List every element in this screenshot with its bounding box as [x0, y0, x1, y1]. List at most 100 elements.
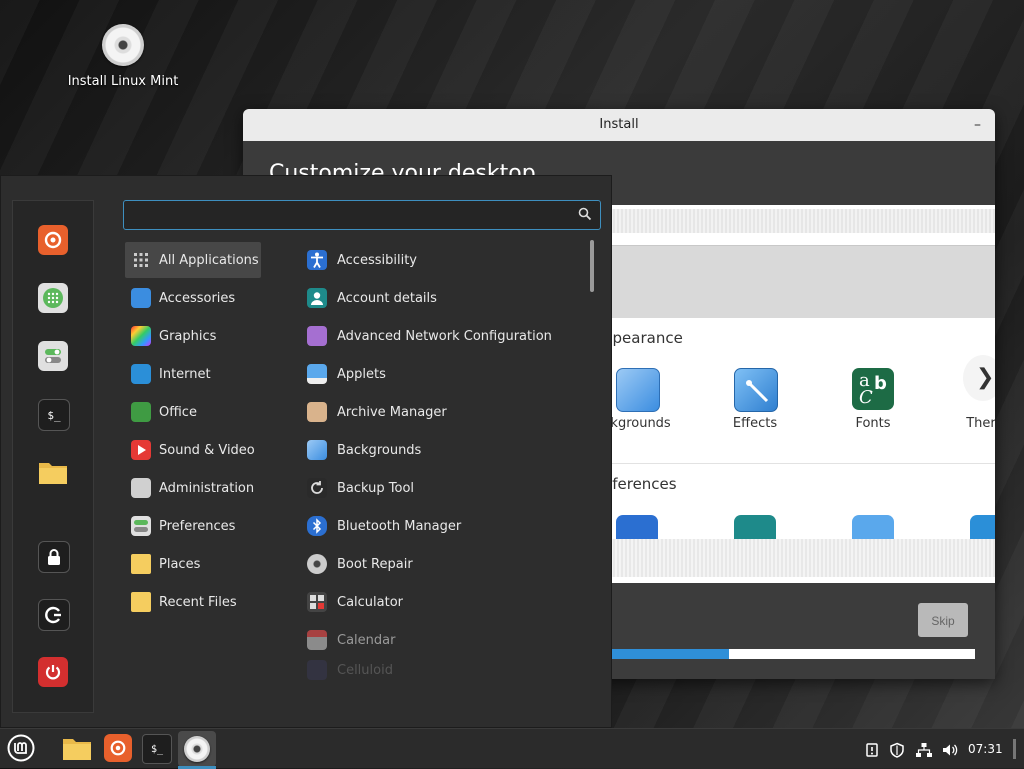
scroll-right-button[interactable]: ❯ [963, 355, 995, 401]
search-box[interactable] [123, 200, 601, 230]
app-bluetooth-manager[interactable]: Bluetooth Manager [307, 508, 587, 544]
disc-icon [184, 736, 210, 762]
category-label: Places [159, 556, 201, 572]
category-label: Graphics [159, 328, 217, 344]
app-label: Backgrounds [337, 442, 422, 458]
account-pref-icon[interactable] [734, 515, 776, 539]
clock[interactable]: 07:31 [968, 729, 1003, 769]
category-label: Recent Files [159, 594, 237, 610]
mint-menu-button[interactable] [6, 733, 36, 763]
boot-repair-icon [307, 554, 327, 574]
app-archive-manager[interactable]: Archive Manager [307, 394, 587, 430]
app-accessibility[interactable]: Accessibility [307, 242, 587, 278]
category-graphics[interactable]: Graphics [125, 318, 261, 354]
archive-icon [307, 402, 327, 422]
taskbar: $_ 07:31 [0, 728, 1024, 769]
office-icon [131, 402, 151, 422]
section-preferences: eferences [603, 475, 677, 493]
backgrounds-icon[interactable] [616, 368, 660, 412]
app-calculator[interactable]: Calculator [307, 584, 587, 620]
terminal-icon[interactable]: $_ [38, 399, 70, 431]
category-label: Administration [159, 480, 255, 496]
accessibility-icon [307, 250, 327, 270]
backgrounds-app-icon [307, 440, 327, 460]
category-label: Office [159, 404, 197, 420]
app-backgrounds[interactable]: Backgrounds [307, 432, 587, 468]
software-manager-icon[interactable] [38, 283, 68, 313]
volume-icon[interactable] [941, 729, 959, 769]
app-celluloid[interactable]: Celluloid [307, 660, 587, 680]
files-icon[interactable] [38, 457, 68, 487]
network-icon[interactable] [915, 729, 933, 769]
skip-button[interactable]: Skip [918, 603, 968, 637]
desktop: Install Linux Mint Install – Customize y… [0, 0, 1024, 728]
system-settings-icon[interactable] [38, 341, 68, 371]
item-effects[interactable]: Effects [695, 416, 815, 431]
user-icon [307, 288, 327, 308]
category-administration[interactable]: Administration [125, 470, 261, 506]
category-label: Sound & Video [159, 442, 255, 458]
show-desktop-button[interactable] [1013, 729, 1016, 769]
effects-icon[interactable] [734, 368, 778, 412]
calendar-icon [307, 630, 327, 650]
lock-icon[interactable] [38, 541, 70, 573]
item-themes[interactable]: Ther [921, 416, 995, 431]
calculator-icon [307, 592, 327, 612]
minimize-icon[interactable]: – [974, 109, 981, 141]
celluloid-icon [307, 660, 327, 680]
power-icon[interactable] [38, 657, 68, 687]
item-fonts[interactable]: Fonts [813, 416, 933, 431]
app-backup-tool[interactable]: Backup Tool [307, 470, 587, 506]
taskbar-firefox[interactable] [104, 734, 132, 762]
app-calendar[interactable]: Calendar [307, 622, 587, 658]
fonts-icon[interactable]: abC [852, 368, 894, 410]
grid-icon [131, 250, 151, 270]
category-label: Preferences [159, 518, 236, 534]
app-label: Bluetooth Manager [337, 518, 462, 534]
install-progress-bar [603, 649, 975, 659]
search-input[interactable] [132, 205, 566, 227]
app-label: Account details [337, 290, 437, 306]
bluetooth-icon [307, 516, 327, 536]
disc-icon [102, 24, 144, 66]
graphics-icon [131, 326, 151, 346]
accessibility-pref-icon[interactable] [616, 515, 658, 539]
taskbar-terminal[interactable]: $_ [142, 734, 172, 764]
app-label: Accessibility [337, 252, 417, 268]
category-recent-files[interactable]: Recent Files [125, 584, 261, 620]
window-titlebar[interactable]: Install – [243, 109, 995, 141]
window-title: Install [599, 117, 639, 132]
desktop-icon-install[interactable]: Install Linux Mint [62, 24, 184, 89]
app-applets[interactable]: Applets [307, 356, 587, 392]
firefox-icon[interactable] [38, 225, 68, 255]
category-accessories[interactable]: Accessories [125, 280, 261, 316]
category-sound-video[interactable]: Sound & Video [125, 432, 261, 468]
cloud-icon [131, 364, 151, 384]
app-advanced-network[interactable]: Advanced Network Configuration [307, 318, 587, 354]
backgrounds-pref-icon[interactable] [852, 515, 894, 539]
scissors-icon [131, 288, 151, 308]
app-boot-repair[interactable]: Boot Repair [307, 546, 587, 582]
category-preferences[interactable]: Preferences [125, 508, 261, 544]
app-label: Advanced Network Configuration [337, 328, 552, 344]
category-all-applications[interactable]: All Applications [125, 242, 261, 278]
shield-icon[interactable] [889, 729, 905, 769]
logout-icon[interactable] [38, 599, 70, 631]
search-icon [578, 207, 592, 221]
app-account-details[interactable]: Account details [307, 280, 587, 316]
app-label: Calendar [337, 632, 396, 648]
clock-pref-icon[interactable] [970, 515, 995, 539]
category-internet[interactable]: Internet [125, 356, 261, 392]
app-menu: $_ All Applications Accessories Graphics… [0, 175, 612, 728]
taskbar-installer[interactable] [178, 731, 216, 767]
taskbar-files[interactable] [62, 733, 92, 763]
applets-icon [307, 364, 327, 384]
app-list-scrollbar[interactable] [590, 240, 594, 292]
category-label: Internet [159, 366, 211, 382]
folder-icon [63, 739, 91, 760]
app-label: Backup Tool [337, 480, 415, 496]
notifications-icon[interactable] [864, 729, 880, 769]
category-office[interactable]: Office [125, 394, 261, 430]
category-places[interactable]: Places [125, 546, 261, 582]
play-icon [131, 440, 151, 460]
